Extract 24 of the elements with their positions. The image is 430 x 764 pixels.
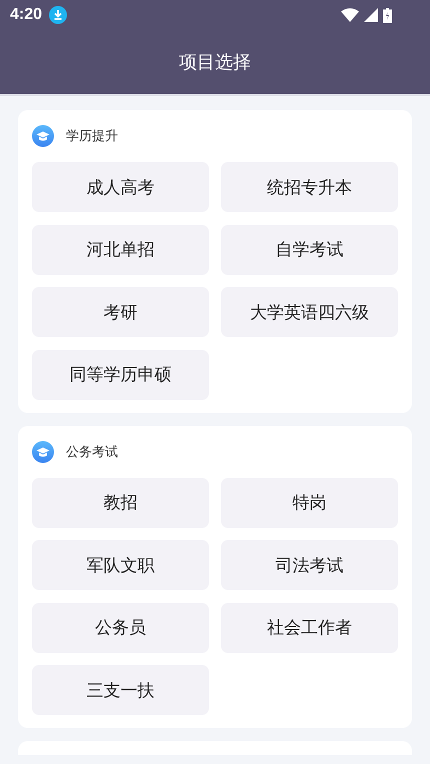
graduation-cap-icon <box>32 125 54 147</box>
option-button[interactable]: 大学英语四六级 <box>221 287 398 337</box>
option-button[interactable]: 司法考试 <box>221 540 398 590</box>
graduation-cap-icon <box>32 440 54 462</box>
option-button[interactable]: 军队文职 <box>32 540 209 590</box>
battery-icon <box>383 8 392 22</box>
page-title: 项目选择 <box>179 51 251 74</box>
download-icon <box>49 6 68 24</box>
section-title: 公务考试 <box>66 444 118 460</box>
option-button[interactable]: 河北单招 <box>32 224 209 274</box>
wifi-icon <box>341 8 359 22</box>
option-button[interactable]: 公务员 <box>32 602 209 652</box>
status-time: 4:20 <box>10 6 42 24</box>
option-button[interactable]: 自学考试 <box>221 224 398 274</box>
option-button[interactable]: 三支一扶 <box>32 665 209 715</box>
option-button[interactable]: 统招专升本 <box>221 162 398 212</box>
option-button[interactable]: 考研 <box>32 287 209 337</box>
option-button[interactable]: 教招 <box>32 478 209 528</box>
option-button[interactable]: 成人高考 <box>32 162 209 212</box>
option-button[interactable]: 同等学历申硕 <box>32 350 209 400</box>
option-button[interactable]: 特岗 <box>221 478 398 528</box>
signal-icon <box>364 8 378 22</box>
section-title: 学历提升 <box>66 128 118 145</box>
option-button[interactable]: 社会工作者 <box>221 602 398 652</box>
